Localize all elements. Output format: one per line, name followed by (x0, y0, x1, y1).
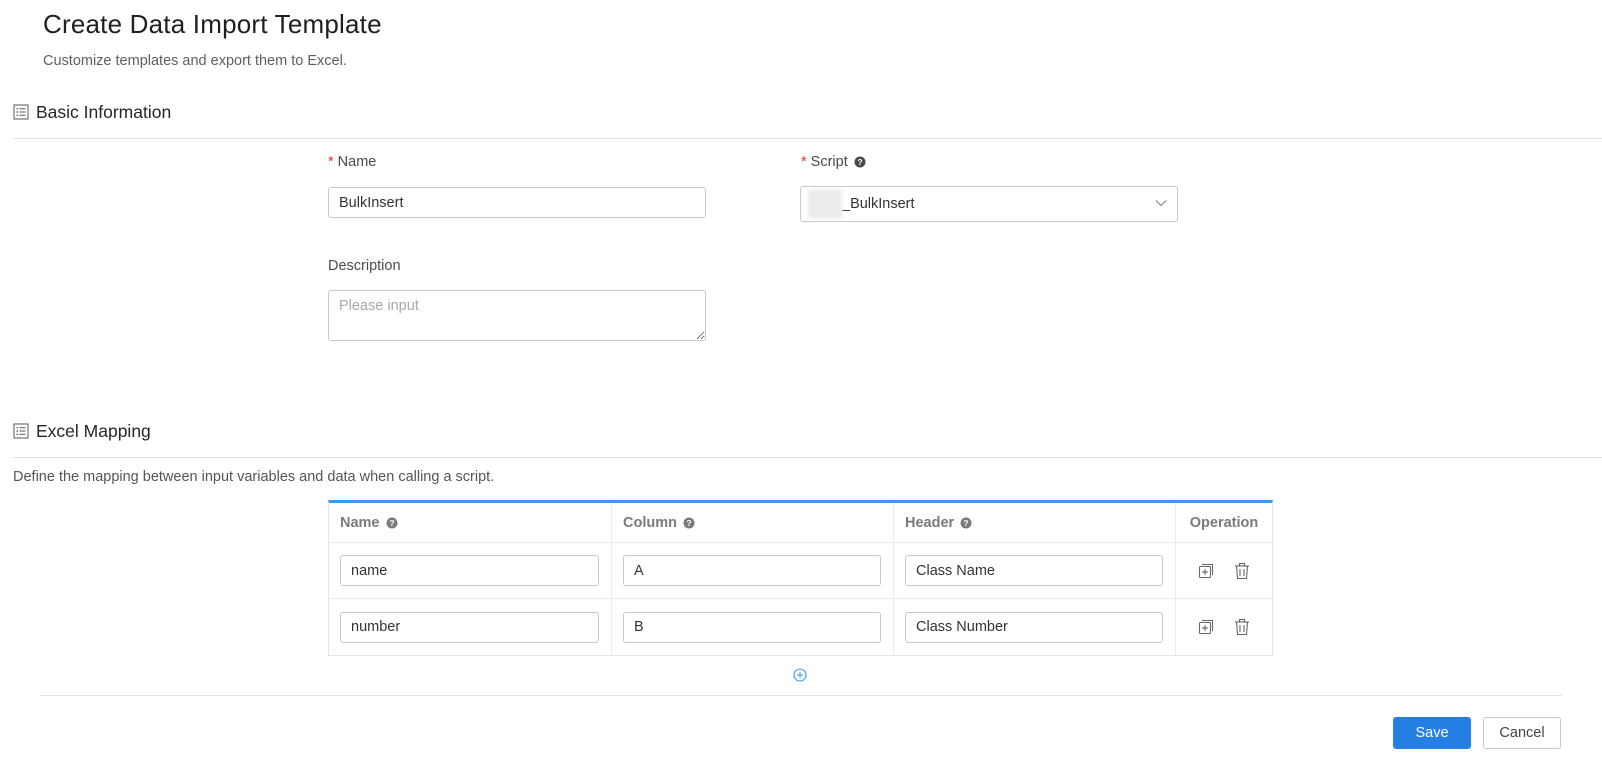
column-header-label: Column (623, 514, 677, 531)
save-button[interactable]: Save (1393, 717, 1471, 749)
required-mark: * (328, 154, 334, 170)
list-icon (13, 104, 29, 120)
delete-icon[interactable] (1233, 562, 1251, 580)
help-icon[interactable]: ? (960, 517, 972, 529)
mapping-table: Name ? Column ? Header ? Operation name … (328, 500, 1273, 656)
section-header-basic-info: Basic Information (13, 100, 171, 124)
add-row-icon[interactable] (1197, 618, 1215, 636)
description-label: Description (328, 258, 401, 274)
table-header-row: Name ? Column ? Header ? Operation (329, 503, 1272, 543)
plus-circle-icon[interactable] (793, 668, 807, 682)
mapping-name-input[interactable] (340, 555, 599, 586)
operation-cell (1176, 543, 1272, 598)
column-header-label: Header (905, 514, 955, 531)
column-header-label: Operation (1189, 514, 1259, 531)
svg-text:?: ? (857, 157, 862, 167)
column-header-header: Header ? (894, 503, 1176, 542)
name-label-text: Name (337, 154, 377, 170)
add-row-icon[interactable] (1197, 562, 1215, 580)
header-cell (894, 599, 1176, 655)
cancel-button[interactable]: Cancel (1483, 717, 1561, 749)
column-header-name: Name ? (329, 503, 612, 542)
header-cell (894, 543, 1176, 598)
name-input[interactable] (328, 187, 706, 218)
svg-text:?: ? (389, 518, 394, 528)
list-icon (13, 423, 29, 439)
name-cell (329, 543, 612, 598)
operation-cell (1176, 599, 1272, 655)
description-textarea[interactable] (328, 290, 706, 341)
mapping-header-input[interactable] (905, 555, 1163, 586)
svg-text:?: ? (964, 518, 969, 528)
redacted-prefix (808, 189, 842, 219)
section-title-excel-mapping: Excel Mapping (36, 420, 151, 441)
script-select[interactable]: _BulkInsert (800, 186, 1178, 222)
delete-icon[interactable] (1233, 618, 1251, 636)
table-row (329, 543, 1272, 599)
mapping-header-input[interactable] (905, 611, 1163, 643)
script-label-text: Script (810, 154, 848, 170)
section-header-excel-mapping: Excel Mapping (13, 419, 151, 443)
svg-text:?: ? (686, 518, 691, 528)
required-mark: * (801, 154, 807, 170)
section-divider (13, 138, 1602, 139)
table-row (329, 599, 1272, 655)
name-cell (329, 599, 612, 655)
column-cell (612, 543, 894, 598)
mapping-column-input[interactable] (623, 555, 881, 586)
column-cell (612, 599, 894, 655)
column-header-operation: Operation (1176, 503, 1272, 542)
excel-mapping-description: Define the mapping between input variabl… (13, 469, 495, 485)
column-header-column: Column ? (612, 503, 894, 542)
help-icon[interactable]: ? (386, 517, 398, 529)
name-label: * Name (328, 154, 376, 170)
footer-divider (40, 695, 1562, 696)
section-title-basic-info: Basic Information (36, 101, 172, 122)
page-subtitle: Customize templates and export them to E… (43, 53, 347, 69)
chevron-down-icon (1155, 200, 1167, 207)
script-select-value: _BulkInsert (842, 196, 915, 212)
help-icon[interactable]: ? (854, 156, 866, 168)
page: Create Data Import Template Customize te… (0, 0, 1602, 780)
script-label: * Script ? (801, 154, 866, 170)
section-divider (13, 457, 1602, 458)
help-icon[interactable]: ? (683, 517, 695, 529)
page-title: Create Data Import Template (43, 9, 382, 39)
mapping-name-input[interactable] (340, 611, 599, 643)
mapping-column-input[interactable] (623, 611, 881, 643)
column-header-label: Name (340, 514, 380, 531)
description-label-text: Description (328, 258, 401, 274)
